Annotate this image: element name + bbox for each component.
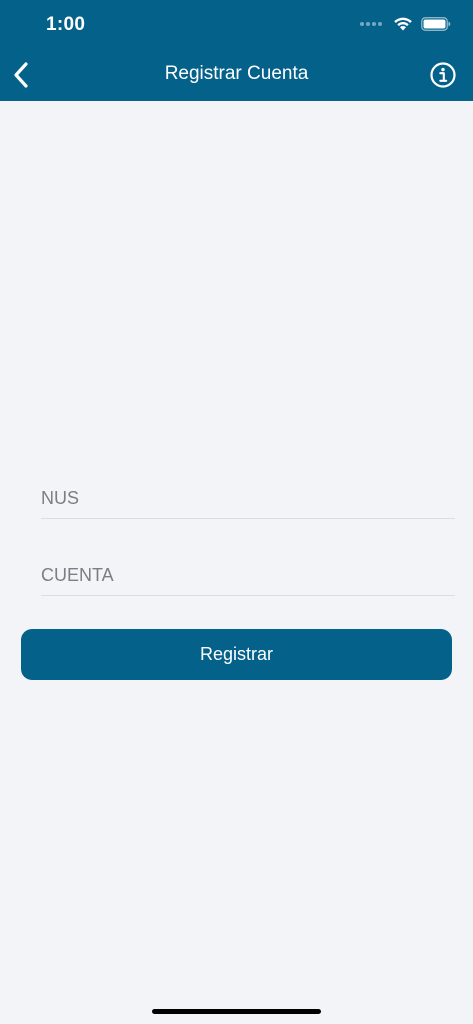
home-indicator bbox=[152, 1009, 321, 1014]
register-button-label: Registrar bbox=[199, 644, 274, 664]
info-button[interactable] bbox=[429, 61, 457, 89]
nus-field bbox=[41, 488, 455, 519]
status-time: 1:00 bbox=[46, 14, 86, 35]
info-circle-icon bbox=[430, 62, 456, 88]
cellular-signal-icon bbox=[360, 21, 382, 26]
battery-icon bbox=[421, 16, 451, 31]
register-button[interactable]: Registrar bbox=[21, 629, 452, 680]
nus-input[interactable] bbox=[41, 488, 455, 518]
wifi-icon bbox=[394, 17, 412, 31]
app-header: 1:00 Registrar Cuenta bbox=[0, 0, 473, 101]
status-icons bbox=[360, 16, 451, 31]
cuenta-field bbox=[41, 565, 455, 596]
page-title: Registrar Cuenta bbox=[164, 63, 309, 84]
cuenta-input[interactable] bbox=[41, 565, 455, 595]
